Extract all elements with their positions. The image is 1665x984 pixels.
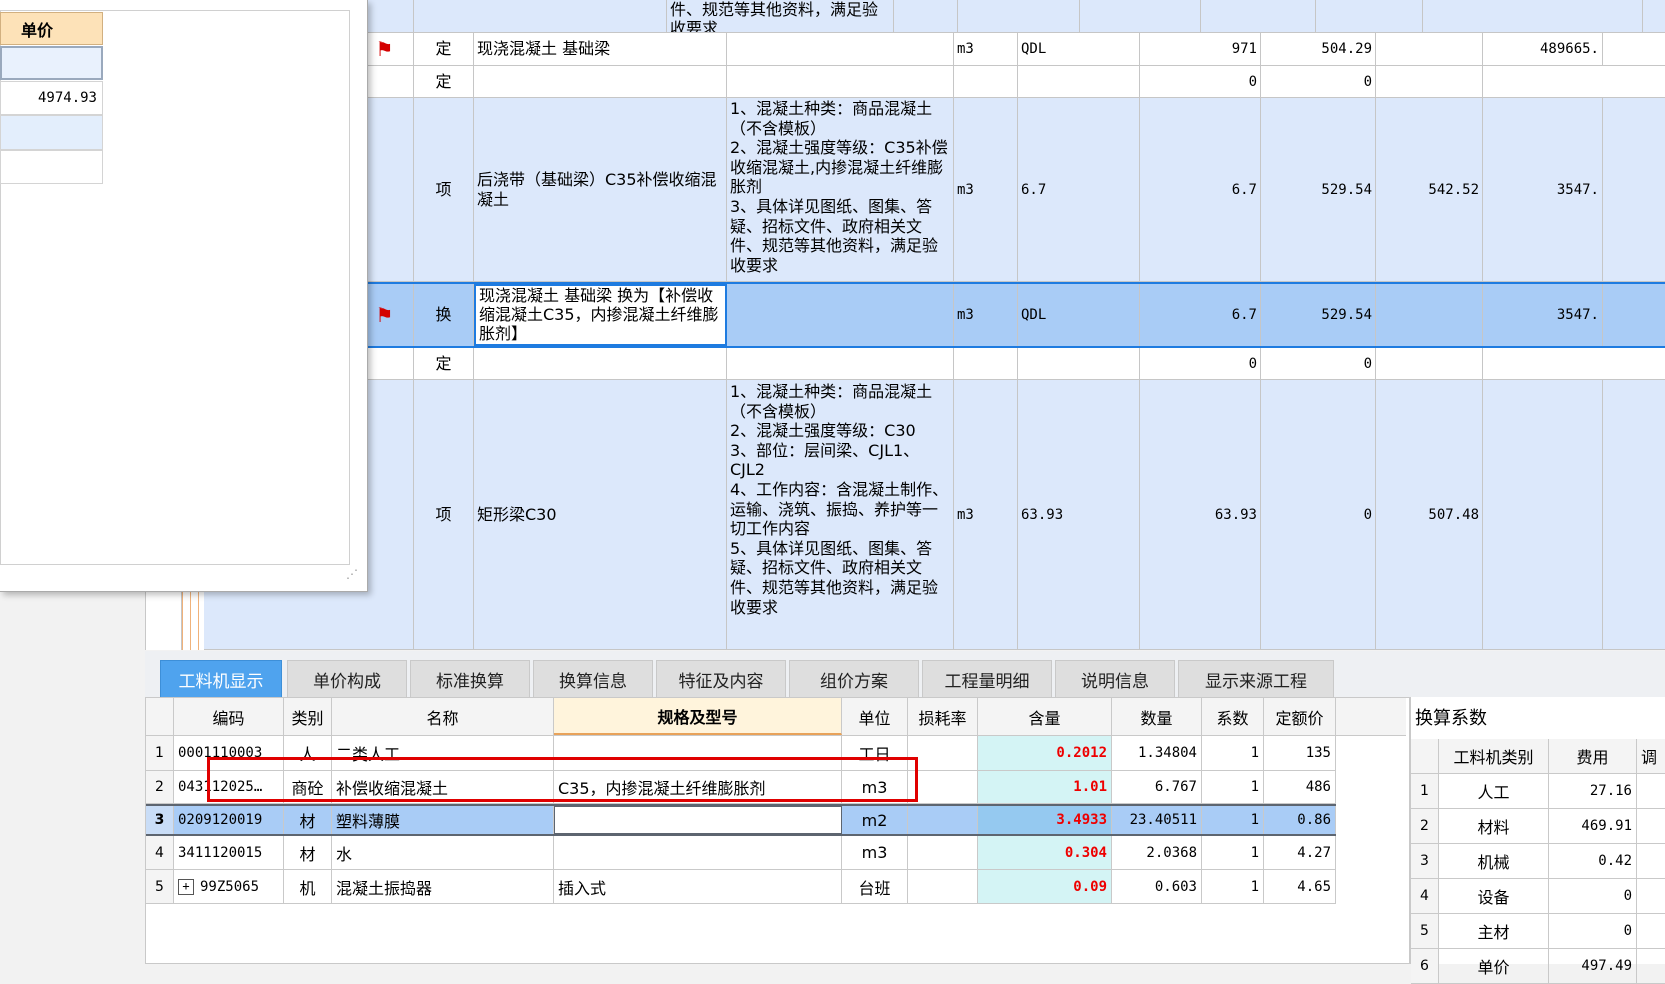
item-name-editor[interactable]: 现浇混凝土 基础梁 换为【补偿收缩混凝土C35，内掺混凝土纤维膨胀剂】: [474, 284, 727, 346]
popup-row[interactable]: [0, 115, 103, 150]
bill-row[interactable]: ⚑ 定 现浇混凝土 基础梁 m3 QDL 971 504.29 489665.: [204, 33, 1665, 66]
material-row[interactable]: 4 3411120015 材 水 m3 0.304 2.0368 1 4.27: [146, 836, 1336, 870]
tab-source-project[interactable]: 显示来源工程: [1178, 660, 1334, 697]
material-row-selected[interactable]: 3 0209120019 材 塑料薄膜 m2 3.4933 23.40511 1…: [146, 804, 1336, 836]
bill-row[interactable]: 项 后浇带（基础梁）C35补偿收缩混凝土 1、混凝土种类：商品混凝土（不含模板）…: [204, 98, 1665, 282]
tab-quantity-detail[interactable]: 工程量明细: [922, 660, 1052, 697]
bill-row[interactable]: 定 0 0: [204, 348, 1665, 380]
factor-row[interactable]: 2 材料 469.91: [1411, 809, 1665, 844]
factor-row[interactable]: 5 主材 0: [1411, 914, 1665, 949]
spec-editor[interactable]: [554, 806, 842, 834]
bill-row[interactable]: 定 0 0: [204, 66, 1665, 98]
popup-input[interactable]: [0, 46, 103, 80]
tab-labor-material[interactable]: 工料机显示: [160, 660, 282, 697]
popup-row[interactable]: [0, 150, 103, 184]
panel-title: 换算系数: [1415, 708, 1487, 729]
material-row[interactable]: 5 + 99Z5065 机 混凝土振捣器 插入式 台班 0.09 0.603 1…: [146, 870, 1336, 904]
tab-pricing-plan[interactable]: 组价方案: [789, 660, 919, 697]
bill-row[interactable]: 件、规范等其他资料，满足验 收要求: [204, 0, 1665, 33]
popup-value: 4974.93: [0, 81, 103, 115]
tab-conversion-info[interactable]: 换算信息: [533, 660, 653, 697]
factor-row[interactable]: 1 人工 27.16: [1411, 774, 1665, 809]
feature-description: 1、混凝土种类：商品混凝土（不含模板） 2、混凝土强度等级：C30 3、部位：层…: [727, 380, 954, 649]
tab-standard-conversion[interactable]: 标准换算: [410, 660, 530, 697]
resize-grip-icon[interactable]: ⋰: [346, 567, 362, 583]
bill-row-selected[interactable]: ⚑ 换 现浇混凝土 基础梁 换为【补偿收缩混凝土C35，内掺混凝土纤维膨胀剂】 …: [204, 282, 1665, 348]
feature-description: 件、规范等其他资料，满足验 收要求: [667, 0, 894, 32]
labor-material-grid: 编码 类别 名称 规格及型号 单位 损耗率 含量 数量 系数 定额价 1 000…: [145, 697, 1410, 964]
highlight-box: [207, 757, 918, 802]
factor-row[interactable]: 3 机械 0.42: [1411, 844, 1665, 879]
detail-tabs: 工料机显示 单价构成 标准换算 换算信息 特征及内容 组价方案 工程量明细 说明…: [145, 651, 1665, 697]
popup-header: 单价: [0, 12, 103, 45]
factor-row[interactable]: 6 单价 497.49: [1411, 949, 1665, 984]
bill-row[interactable]: 项 矩形梁C30 1、混凝土种类：商品混凝土（不含模板） 2、混凝土强度等级：C…: [204, 380, 1665, 650]
price-popup: 单价 4974.93 ⋰: [0, 0, 368, 592]
factor-row[interactable]: 4 设备 0: [1411, 879, 1665, 914]
conversion-factor-panel: 换算系数 工料机类别 费用 调 1 人工 27.16 2 材料 469.91 3…: [1410, 697, 1665, 984]
bill-items-grid: 件、规范等其他资料，满足验 收要求 ⚑ 定 现浇混凝土 基础梁 m3 QDL 9…: [145, 0, 1665, 650]
feature-description: 1、混凝土种类：商品混凝土（不含模板） 2、混凝土强度等级：C35补偿收缩混凝土…: [727, 98, 954, 281]
grid-header: 编码 类别 名称 规格及型号 单位 损耗率 含量 数量 系数 定额价: [146, 698, 1406, 736]
item-name[interactable]: 矩形梁C30: [474, 380, 727, 649]
panel-header: 工料机类别 费用 调: [1411, 739, 1665, 774]
item-name[interactable]: 后浇带（基础梁）C35补偿收缩混凝土: [474, 98, 727, 281]
tab-unit-price[interactable]: 单价构成: [287, 660, 407, 697]
expand-plus-icon[interactable]: +: [178, 878, 194, 895]
tab-features[interactable]: 特征及内容: [656, 660, 786, 697]
item-name[interactable]: 现浇混凝土 基础梁: [474, 33, 727, 65]
tab-notes[interactable]: 说明信息: [1055, 660, 1175, 697]
